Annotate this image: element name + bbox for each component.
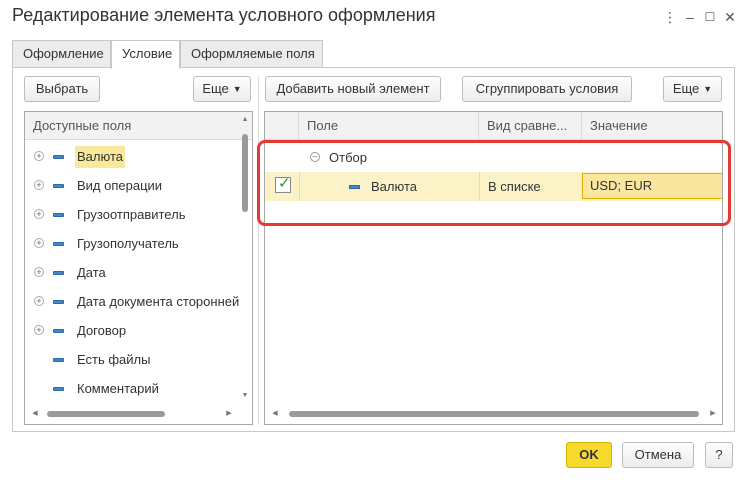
expand-icon[interactable]: + — [34, 151, 44, 161]
field-icon — [349, 185, 360, 189]
right-more-button[interactable]: Еще ▼ — [663, 76, 722, 102]
tree-item[interactable]: Комментарий — [25, 374, 237, 403]
maximize-icon[interactable]: ☐ — [700, 7, 720, 27]
field-icon — [53, 242, 64, 246]
column-header-field[interactable]: Поле — [299, 112, 479, 140]
minimize-icon[interactable]: – — [680, 7, 700, 27]
expand-icon[interactable]: + — [34, 296, 44, 306]
collapse-icon[interactable]: – — [310, 152, 320, 162]
tree-item[interactable]: + Грузополучатель — [25, 229, 237, 258]
vertical-scrollbar-thumb[interactable] — [242, 134, 248, 212]
expand-icon[interactable]: + — [34, 180, 44, 190]
caret-down-icon: ▼ — [703, 84, 713, 94]
tree-item-label: Комментарий — [77, 381, 159, 396]
column-header-comparison[interactable]: Вид сравне... — [479, 112, 582, 140]
column-header-value[interactable]: Значение — [582, 112, 722, 140]
tab-formatting[interactable]: Оформление — [12, 40, 111, 68]
close-icon[interactable]: ✕ — [720, 7, 740, 27]
field-icon — [53, 184, 64, 188]
conditions-grid-header: Поле Вид сравне... Значение — [265, 112, 722, 140]
condition-comparison[interactable]: В списке — [479, 172, 582, 201]
scroll-right-icon[interactable]: ▶ — [223, 409, 235, 417]
condition-checkbox[interactable]: ✓ — [275, 175, 291, 193]
add-new-element-button[interactable]: Добавить новый элемент — [265, 76, 441, 102]
group-conditions-button[interactable]: Сгруппировать условия — [462, 76, 632, 102]
tree-item[interactable]: + Грузоотправитель — [25, 200, 237, 229]
tree-item[interactable]: + Валюта — [25, 142, 237, 171]
tree-item[interactable]: + Вид операции — [25, 171, 237, 200]
condition-field[interactable]: Валюта — [363, 172, 473, 201]
select-button[interactable]: Выбрать — [24, 76, 100, 102]
splitter[interactable] — [258, 76, 259, 425]
available-fields-header: Доступные поля — [25, 112, 252, 140]
table-row-group[interactable]: – Отбор — [265, 143, 722, 172]
available-fields-title: Доступные поля — [33, 118, 132, 133]
tree-item[interactable]: + Дата документа сторонней — [25, 287, 239, 316]
tree-item-label: Грузоотправитель — [77, 207, 186, 222]
tree-item-label: Валюта — [75, 146, 125, 168]
menu-dots-icon[interactable]: ⋮ — [660, 7, 680, 27]
tree-item-label: Договор — [77, 323, 127, 338]
group-label: Отбор — [329, 150, 367, 165]
field-icon — [53, 155, 64, 159]
field-icon — [53, 271, 64, 275]
tab-condition[interactable]: Условие — [111, 40, 180, 69]
cancel-button[interactable]: Отмена — [622, 442, 694, 468]
ok-button[interactable]: OK — [566, 442, 612, 468]
horizontal-scrollbar-thumb[interactable] — [289, 411, 699, 417]
conditions-grid[interactable]: Поле Вид сравне... Значение – Отбор ✓ Ва… — [264, 111, 723, 425]
expand-icon[interactable]: + — [34, 209, 44, 219]
scroll-down-icon[interactable]: ▼ — [239, 392, 251, 399]
field-icon — [53, 358, 64, 362]
checkmark-icon: ✓ — [278, 175, 291, 192]
condition-value-field[interactable]: USD; EUR — [582, 173, 722, 199]
tree-item-label: Дата — [77, 265, 106, 280]
window-title: Редактирование элемента условного оформл… — [12, 5, 436, 25]
tree-item[interactable]: + Дата — [25, 258, 237, 287]
left-more-button[interactable]: Еще ▼ — [193, 76, 251, 102]
caret-down-icon: ▼ — [232, 84, 242, 94]
help-button[interactable]: ? — [705, 442, 733, 468]
available-fields-panel[interactable]: Доступные поля + Валюта + Вид операции +… — [24, 111, 253, 425]
column-header-check — [265, 112, 299, 140]
field-icon — [53, 213, 64, 217]
cell-divider — [299, 172, 300, 201]
field-icon — [53, 387, 64, 391]
tree-item-label: Вид операции — [77, 178, 163, 193]
expand-icon[interactable]: + — [34, 238, 44, 248]
tree-item[interactable]: Есть файлы — [25, 345, 237, 374]
scroll-left-icon[interactable]: ◀ — [269, 409, 281, 417]
tree-item-label: Есть файлы — [77, 352, 151, 367]
right-more-label: Еще — [672, 81, 700, 96]
tree-item-label: Грузополучатель — [77, 236, 179, 251]
field-icon — [53, 300, 64, 304]
expand-icon[interactable]: + — [34, 267, 44, 277]
scroll-up-icon[interactable]: ▲ — [239, 116, 251, 123]
table-row[interactable]: ✓ Валюта В списке USD; EUR — [265, 172, 722, 201]
field-icon — [53, 329, 64, 333]
tree-item-label: Дата документа сторонней — [77, 294, 240, 309]
tree-item[interactable]: + Договор — [25, 316, 237, 345]
tab-formatted-fields[interactable]: Оформляемые поля — [180, 40, 323, 68]
expand-icon[interactable]: + — [34, 325, 44, 335]
tab-content: Выбрать Еще ▼ Доступные поля + Валюта + В… — [12, 67, 735, 432]
scroll-right-icon[interactable]: ▶ — [707, 409, 719, 417]
left-more-label: Еще — [202, 81, 229, 96]
horizontal-scrollbar-thumb[interactable] — [47, 411, 165, 417]
scroll-left-icon[interactable]: ◀ — [29, 409, 41, 417]
